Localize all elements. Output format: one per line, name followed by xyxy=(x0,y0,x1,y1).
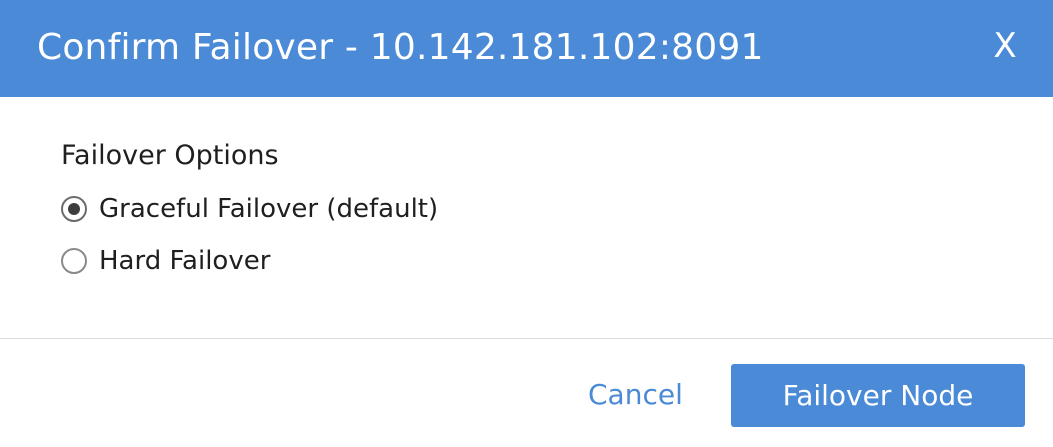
dialog-body: Failover Options Graceful Failover (defa… xyxy=(0,97,1053,338)
dialog-title: Confirm Failover - 10.142.181.102:8091 xyxy=(37,27,764,68)
cancel-button[interactable]: Cancel xyxy=(588,375,683,415)
radio-hard-failover[interactable]: Hard Failover xyxy=(61,243,270,279)
failover-node-button[interactable]: Failover Node xyxy=(731,364,1025,427)
confirm-failover-dialog: Confirm Failover - 10.142.181.102:8091 X… xyxy=(0,0,1053,447)
radio-label-graceful[interactable]: Graceful Failover (default) xyxy=(99,191,438,227)
radio-unchecked-icon[interactable] xyxy=(61,248,87,274)
failover-options-heading: Failover Options xyxy=(61,140,279,171)
radio-graceful-failover[interactable]: Graceful Failover (default) xyxy=(61,191,438,227)
radio-dot xyxy=(68,203,80,215)
dialog-header: Confirm Failover - 10.142.181.102:8091 X xyxy=(0,0,1053,97)
radio-label-hard[interactable]: Hard Failover xyxy=(99,243,270,279)
radio-checked-icon[interactable] xyxy=(61,196,87,222)
close-button[interactable]: X xyxy=(988,22,1022,70)
dialog-footer: Cancel Failover Node xyxy=(0,339,1053,447)
